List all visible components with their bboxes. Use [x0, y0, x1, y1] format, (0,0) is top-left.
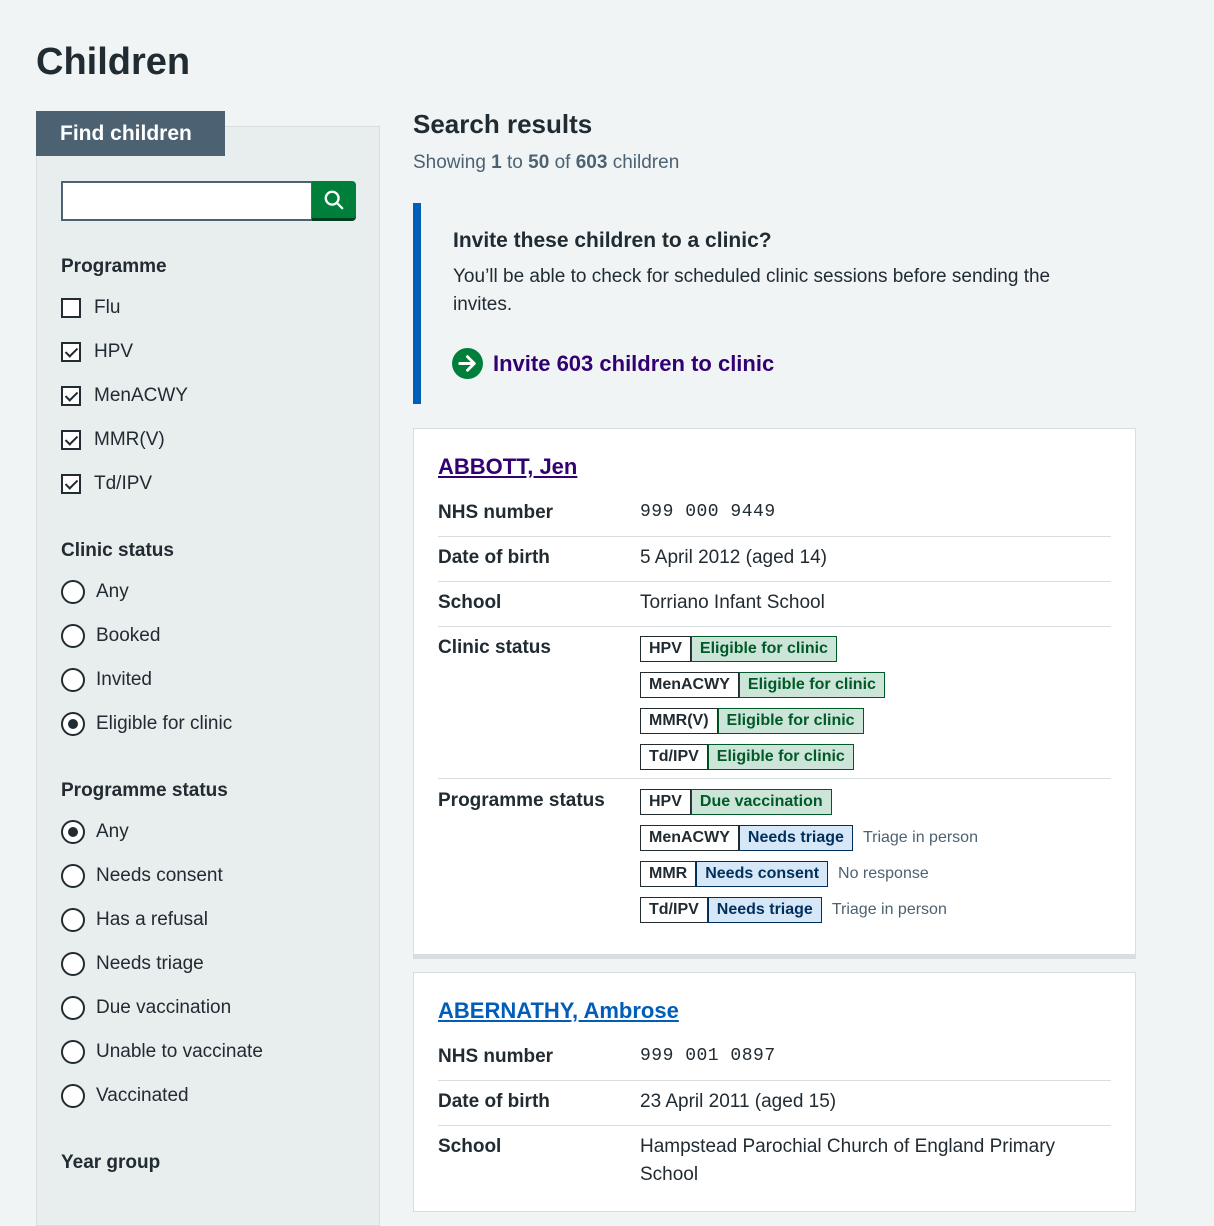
- programme-status-option-unable[interactable]: Unable to vaccinate: [61, 1039, 263, 1065]
- radio[interactable]: [61, 624, 85, 648]
- programme-option-menacwy[interactable]: MenACWY: [61, 383, 188, 409]
- status-tag: MenACWY Needs triage Triage in person: [640, 825, 978, 851]
- programme-status-option-needs-triage[interactable]: Needs triage: [61, 951, 204, 977]
- invite-title: Invite these children to a clinic?: [453, 229, 772, 252]
- school-row: School Hampstead Parochial Church of Eng…: [438, 1136, 1056, 1185]
- nhs-number: 999 001 0897: [640, 1046, 776, 1066]
- checkbox[interactable]: [61, 298, 81, 318]
- radio[interactable]: [61, 908, 85, 932]
- programme-option-tdipv[interactable]: Td/IPV: [61, 471, 152, 497]
- dob-row: Date of birth 5 April 2012 (aged 14): [438, 544, 1111, 582]
- checkbox[interactable]: [61, 386, 81, 406]
- programme-status-option-vaccinated[interactable]: Vaccinated: [61, 1083, 189, 1109]
- nhs-number: 999 000 9449: [640, 502, 776, 522]
- status-tag: MenACWY Eligible for clinic: [640, 672, 885, 698]
- clinic-status-option-booked[interactable]: Booked: [61, 623, 160, 649]
- radio[interactable]: [61, 712, 85, 736]
- radio[interactable]: [61, 1084, 85, 1108]
- radio[interactable]: [61, 580, 85, 604]
- year-group-legend: Year group: [61, 1152, 161, 1173]
- checkbox[interactable]: [61, 474, 81, 494]
- results-count: Showing 1 to 50 of 603 children: [413, 152, 680, 173]
- checkbox[interactable]: [61, 342, 81, 362]
- checkbox[interactable]: [61, 430, 81, 450]
- status-tag: MMR(V) Eligible for clinic: [640, 708, 864, 734]
- invite-text: You’ll be able to check for scheduled cl…: [453, 266, 1051, 315]
- status-tag: HPV Due vaccination: [640, 789, 832, 815]
- invite-action-link[interactable]: Invite 603 children to clinic: [452, 347, 774, 380]
- programme-legend: Programme: [61, 256, 167, 277]
- status-tag: MMR Needs consent No response: [640, 861, 929, 887]
- status-tag: Td/IPV Eligible for clinic: [640, 744, 854, 770]
- child-name-link[interactable]: ABERNATHY, Ambrose: [438, 997, 679, 1026]
- search-form: [61, 181, 356, 221]
- clinic-status-row: Clinic status HPV Eligible for clinic Men…: [438, 634, 1111, 779]
- radio[interactable]: [61, 820, 85, 844]
- status-tag: HPV Eligible for clinic: [640, 636, 837, 662]
- clinic-status-legend: Clinic status: [61, 540, 174, 561]
- radio[interactable]: [61, 952, 85, 976]
- radio[interactable]: [61, 1040, 85, 1064]
- find-children-heading: Find children: [36, 111, 225, 156]
- clinic-status-option-any[interactable]: Any: [61, 579, 129, 605]
- programme-status-option-has-refusal[interactable]: Has a refusal: [61, 907, 208, 933]
- arrow-right-circle-icon: [452, 348, 483, 379]
- status-tag: Td/IPV Needs triage Triage in person: [640, 897, 947, 923]
- search-icon: [324, 190, 344, 209]
- programme-status-option-needs-consent[interactable]: Needs consent: [61, 863, 223, 889]
- child-card: ABERNATHY, Ambrose NHS number 999 001 08…: [413, 972, 1136, 1212]
- dob-row: Date of birth 23 April 2011 (aged 15): [438, 1088, 1111, 1126]
- clinic-status-option-invited[interactable]: Invited: [61, 667, 152, 693]
- page-title: Children: [36, 41, 191, 83]
- radio[interactable]: [61, 996, 85, 1020]
- clinic-status-option-eligible[interactable]: Eligible for clinic: [61, 711, 232, 737]
- programme-option-flu[interactable]: Flu: [61, 295, 120, 321]
- programme-status-legend: Programme status: [61, 780, 228, 801]
- invite-inset: Invite these children to a clinic? You’l…: [413, 203, 1136, 404]
- school-row: School Torriano Infant School: [438, 589, 1111, 627]
- programme-status-option-any[interactable]: Any: [61, 819, 129, 845]
- results-title: Search results: [413, 109, 593, 139]
- nhs-number-row: NHS number 999 001 0897: [438, 1043, 1111, 1081]
- child-card: ABBOTT, Jen NHS number 999 000 9449 Date…: [413, 428, 1136, 955]
- child-name-link[interactable]: ABBOTT, Jen: [438, 453, 577, 482]
- search-input[interactable]: [61, 181, 313, 221]
- nhs-number-row: NHS number 999 000 9449: [438, 499, 1111, 537]
- radio[interactable]: [61, 864, 85, 888]
- radio[interactable]: [61, 668, 85, 692]
- programme-status-option-due-vaccination[interactable]: Due vaccination: [61, 995, 231, 1021]
- programme-option-mmrv[interactable]: MMR(V): [61, 427, 165, 453]
- programme-status-row: Programme status HPV Due vaccination MenA…: [438, 787, 1111, 927]
- programme-option-hpv[interactable]: HPV: [61, 339, 133, 365]
- search-button[interactable]: [312, 181, 356, 221]
